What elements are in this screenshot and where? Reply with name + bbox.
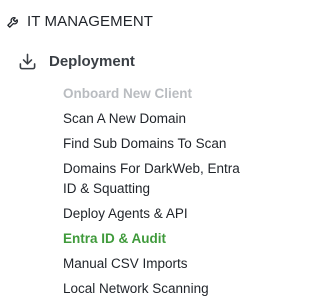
section-it-management[interactable]: IT MANAGEMENT [4,9,153,33]
menu-item-domains-darkweb-entra[interactable]: Domains For DarkWeb, Entra ID & Squattin… [63,159,253,199]
deployment-submenu: Onboard New Client Scan A New Domain Fin… [63,84,253,304]
menu-item-manual-csv-imports[interactable]: Manual CSV Imports [63,254,253,274]
sidebar-nav: IT MANAGEMENT Deployment Onboard New Cli… [0,0,256,305]
wrench-icon [4,12,22,30]
menu-item-find-sub-domains[interactable]: Find Sub Domains To Scan [63,134,253,154]
menu-item-onboard-new-client: Onboard New Client [63,86,193,101]
menu-item-scan-new-domain[interactable]: Scan A New Domain [63,109,253,129]
section-label: IT MANAGEMENT [27,12,154,30]
menu-item-entra-id-audit[interactable]: Entra ID & Audit [63,229,253,249]
menu-item-local-network-scanning[interactable]: Local Network Scanning [63,279,253,299]
menu-item-deploy-agents-api[interactable]: Deploy Agents & API [63,204,253,224]
download-icon [17,51,37,71]
group-deployment[interactable]: Deployment [17,48,135,74]
group-label: Deployment [49,52,135,70]
